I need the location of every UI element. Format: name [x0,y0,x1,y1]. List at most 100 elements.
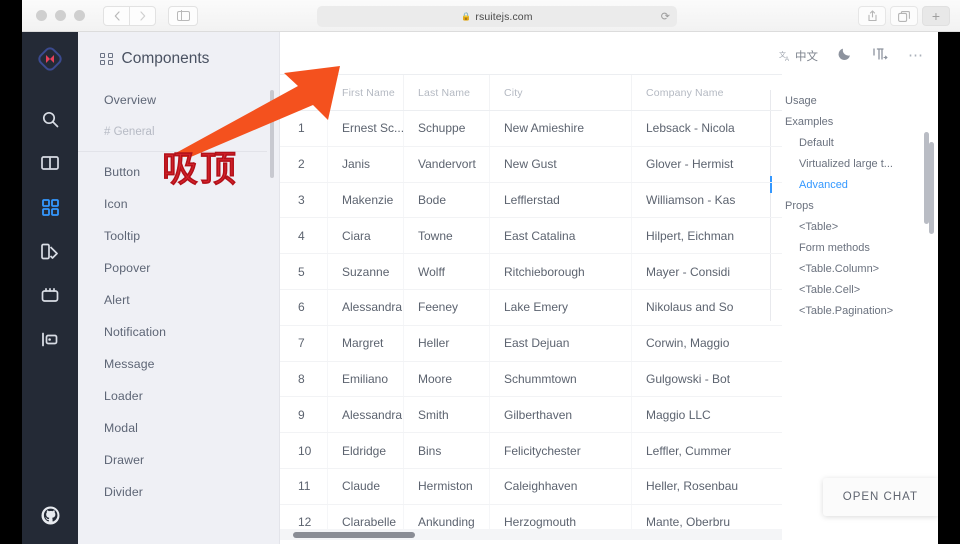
table-row[interactable]: 1 Ernest Sc... Schuppe New Amieshire Lebsack… [280,111,782,147]
cell-first-name: Margret [328,325,404,361]
address-bar[interactable]: 🔒 rsuitejs.com ⟳ [317,6,677,27]
nav-item-modal[interactable]: Modal [78,412,279,444]
forward-button[interactable] [129,5,156,26]
sidebar-item-guide[interactable] [30,143,70,183]
page-title: Components [121,50,210,67]
table-row[interactable]: 2 Janis Vandervort New Gust Glover - Hermist [280,146,782,183]
app-icon-rail [22,32,78,544]
cell-last-name: Feeney [404,289,490,325]
svg-text:A: A [785,57,789,63]
sidebar-toggle-button[interactable] [168,5,198,26]
toc-item-advanced[interactable]: Advanced [770,174,920,195]
reload-icon[interactable]: ⟳ [661,10,670,23]
window-controls[interactable] [36,10,85,21]
minimize-button[interactable] [55,10,66,21]
palette-icon [41,243,58,259]
table-row[interactable]: 7 Margret Heller East Dejuan Corwin, Maggio [280,325,782,362]
new-tab-button[interactable]: + [922,6,950,26]
sidebar-item-design[interactable] [30,231,70,271]
table-row[interactable]: 4 Ciara Towne East Catalina Hilpert, Eichman [280,218,782,255]
toc-item-table-pagination[interactable]: <Table.Pagination> [771,300,920,321]
cell-first-name: Eldridge [328,433,404,468]
toc-item-props[interactable]: Props [771,195,920,216]
nav-item-overview[interactable]: Overview [78,84,279,116]
language-label: 中文 [795,51,818,63]
table-hscroll-track[interactable] [280,529,782,540]
cell-city: East Catalina [490,218,632,254]
cell-last-name: Bode [404,182,490,218]
layout-icon [42,332,58,346]
chevron-right-icon [139,10,145,21]
screen-root: 🔒 rsuitejs.com ⟳ + Components Overview #… [0,0,960,544]
column-header-company-name[interactable]: Company Name [632,75,782,110]
toc-item-table-cell[interactable]: <Table.Cell> [771,279,920,300]
page-toolbar: 文 A 中文 ⋯ [779,46,924,66]
column-header-last-name[interactable]: Last Name [404,75,490,110]
nav-item-loader[interactable]: Loader [78,380,279,412]
table-row[interactable]: 11 Claude Hermiston Caleighhaven Heller, Ros… [280,468,782,505]
nav-item-notification[interactable]: Notification [78,316,279,348]
github-link[interactable] [41,506,60,530]
toc-item-form-methods[interactable]: Form methods [771,237,920,258]
nav-item-popover[interactable]: Popover [78,252,279,284]
table-row[interactable]: 10 Eldridge Bins Felicitychester Leffler, Cu… [280,433,782,469]
toc-item-examples[interactable]: Examples [771,111,920,132]
language-toggle[interactable]: 文 A 中文 [779,48,818,64]
table-hscroll-thumb[interactable] [293,532,415,538]
cell-id: 5 [280,254,328,289]
sidebar-item-search[interactable] [30,99,70,139]
translate-icon: 文 A [779,50,789,63]
text-direction-toggle[interactable] [873,47,888,66]
nav-item-alert[interactable]: Alert [78,284,279,316]
cell-company-name: Williamson - Kas [646,192,736,207]
toc-item-virtualized[interactable]: Virtualized large t... [771,153,920,174]
grid-icon [100,52,113,66]
cell-company-name: Maggio LLC [646,407,711,422]
cell-first-name: Ernest Sc... [328,111,404,146]
toc-item-usage[interactable]: Usage [771,90,920,111]
column-header-id[interactable]: Id [280,75,328,110]
table-row[interactable]: 9 Alessandra Smith Gilberthaven Maggio LLC [280,397,782,434]
sidebar-item-components[interactable] [30,187,70,227]
cell-last-name: Wolff [404,254,490,289]
column-header-city[interactable]: City [490,75,632,110]
table-row[interactable]: 5 Suzanne Wolff Ritchieborough Mayer - Consi… [280,254,782,290]
cell-company-name: Nikolaus and So [646,300,734,315]
nav-item-divider[interactable]: Divider [78,476,279,508]
table-row[interactable]: 3 Makenzie Bode Lefflerstad Williamson - Kas [280,182,782,219]
table-row[interactable]: 6 Alessandra Feeney Lake Emery Nikolaus and … [280,289,782,326]
sidebar-scrollbar[interactable] [270,90,274,178]
rsuite-logo[interactable] [37,46,63,77]
url-text: rsuitejs.com [475,10,533,23]
toc-item-table-column[interactable]: <Table.Column> [771,258,920,279]
tabs-button[interactable] [890,6,918,26]
cell-company-name: Mayer - Considi [646,264,731,279]
table-row[interactable]: 8 Emiliano Moore Schummtown Gulgowski - Bot [280,361,782,398]
sidebar-item-tools[interactable] [30,275,70,315]
cell-company-name: Glover - Hermist [646,157,734,172]
cell-last-name: Schuppe [404,111,490,146]
tab-overview-icon [898,10,910,22]
nav-item-message[interactable]: Message [78,348,279,380]
back-button[interactable] [103,5,130,26]
theme-toggle[interactable] [838,46,853,66]
search-icon [42,111,58,127]
column-header-first-name[interactable]: First Name [328,75,404,110]
cell-id: 10 [280,433,328,468]
nav-item-icon[interactable]: Icon [78,188,279,220]
open-chat-button[interactable]: OPEN CHAT [822,478,938,516]
toc-item-default[interactable]: Default [771,132,920,153]
nav-item-drawer[interactable]: Drawer [78,444,279,476]
cell-last-name: Smith [404,397,490,433]
share-button[interactable] [858,6,886,26]
cell-id: 3 [280,182,328,218]
more-menu-button[interactable]: ⋯ [908,48,924,63]
cell-id: 9 [280,397,328,433]
maximize-button[interactable] [74,10,85,21]
page-scrollbar[interactable] [929,142,934,234]
nav-item-tooltip[interactable]: Tooltip [78,220,279,252]
close-button[interactable] [36,10,47,21]
cell-city: Schummtown [490,361,632,397]
sidebar-item-layout[interactable] [30,319,70,359]
toc-item-table[interactable]: <Table> [771,216,920,237]
